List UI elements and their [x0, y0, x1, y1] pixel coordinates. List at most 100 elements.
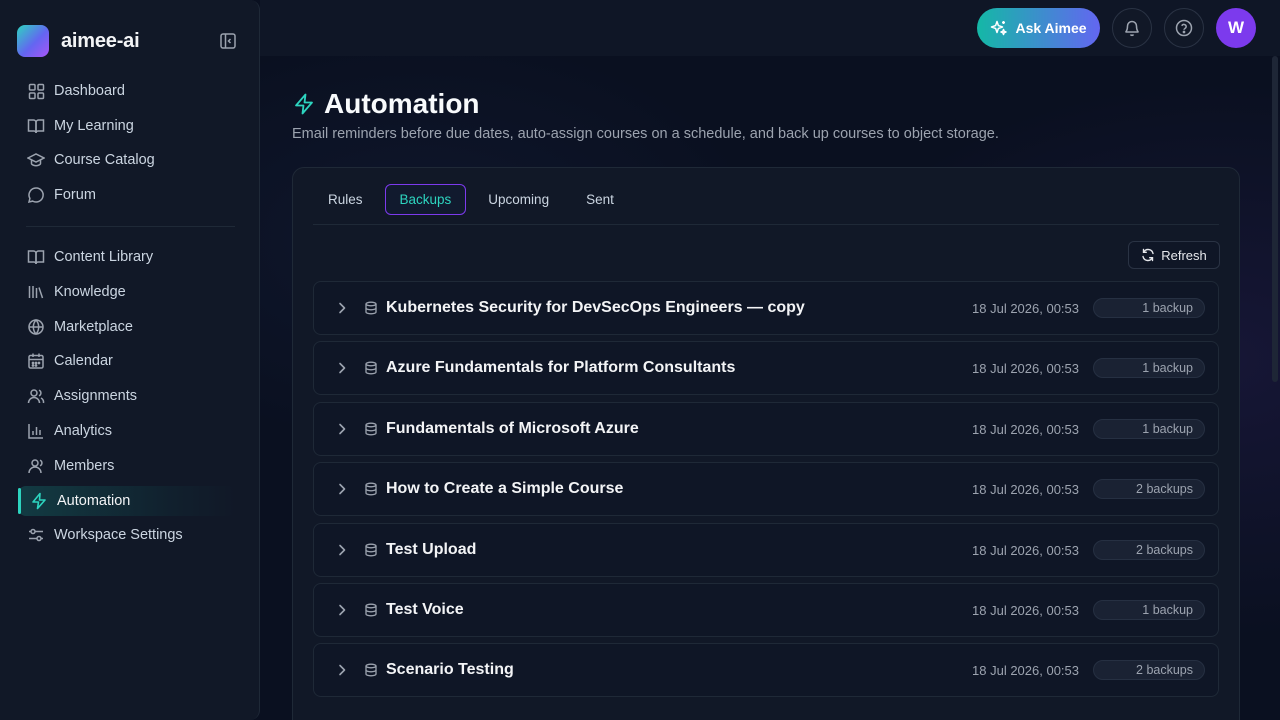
tab-rules[interactable]: Rules [313, 184, 378, 215]
lightning-icon [295, 93, 313, 115]
sidebar-item-label: Dashboard [54, 83, 125, 99]
page-header: Automation [292, 88, 480, 120]
globe-icon [27, 318, 45, 336]
backup-date: 18 Jul 2026, 00:53 [972, 663, 1079, 679]
user-avatar[interactable]: W [1216, 8, 1256, 48]
refresh-label: Refresh [1161, 247, 1207, 263]
brand[interactable]: aimee-ai [17, 25, 140, 57]
backup-row[interactable]: Test Voice 18 Jul 2026, 00:53 1 backup [313, 582, 1219, 637]
chevron-right-icon[interactable] [334, 602, 350, 618]
ask-aimee-label: Ask Aimee [1015, 20, 1087, 36]
backup-row[interactable]: Azure Fundamentals for Platform Consulta… [313, 341, 1219, 396]
sliders-icon [27, 526, 45, 544]
backup-row[interactable]: Test Upload 18 Jul 2026, 00:53 2 backups [313, 522, 1219, 577]
sidebar-item-course-catalog[interactable]: Course Catalog [18, 145, 236, 175]
sidebar-item-forum[interactable]: Forum [18, 180, 236, 210]
calendar-icon [27, 352, 45, 370]
sidebar-item-knowledge[interactable]: Knowledge [18, 277, 236, 307]
bell-icon [1125, 20, 1139, 37]
database-icon [364, 301, 378, 315]
backup-date: 18 Jul 2026, 00:53 [972, 361, 1079, 377]
sidebar-item-label: Workspace Settings [54, 527, 183, 544]
backup-count-badge: 1 backup [1093, 298, 1205, 318]
sidebar-item-label: Calendar [54, 353, 113, 370]
chevron-right-icon[interactable] [334, 542, 350, 558]
backup-date: 18 Jul 2026, 00:53 [972, 421, 1079, 437]
sidebar-item-marketplace[interactable]: Marketplace [18, 312, 236, 342]
backup-date: 18 Jul 2026, 00:53 [972, 542, 1079, 558]
backups-list: Kubernetes Security for DevSecOps Engine… [313, 281, 1219, 704]
tab-sent[interactable]: Sent [571, 184, 629, 215]
sidebar-item-label: My Learning [54, 117, 134, 134]
tab-backups[interactable]: Backups [384, 184, 467, 215]
sidebar-item-workspace-settings[interactable]: Workspace Settings [18, 520, 236, 550]
backup-count-badge: 1 backup [1093, 418, 1205, 439]
users-icon [27, 387, 45, 405]
course-name: Kubernetes Security for DevSecOps Engine… [386, 299, 805, 316]
sidebar-item-label: Automation [57, 492, 131, 509]
course-name: Test Upload [386, 540, 477, 558]
help-button[interactable] [1164, 8, 1204, 48]
library-icon [27, 283, 45, 301]
sidebar-item-label: Forum [54, 187, 96, 204]
sidebar-item-label: Members [54, 457, 115, 474]
brand-logo [17, 25, 49, 57]
backup-row[interactable]: Kubernetes Security for DevSecOps Engine… [313, 281, 1219, 335]
chevron-right-icon[interactable] [334, 481, 350, 497]
ask-aimee-button[interactable]: Ask Aimee [977, 8, 1100, 48]
backup-count-badge: 2 backups [1093, 479, 1205, 500]
sidebar-item-my-learning[interactable]: My Learning [18, 111, 236, 141]
course-name: How to Create a Simple Course [386, 480, 624, 498]
page-scrollbar[interactable] [1272, 56, 1278, 382]
sidebar-item-assignments[interactable]: Assignments [18, 381, 236, 411]
backup-row[interactable]: Fundamentals of Microsoft Azure 18 Jul 2… [313, 401, 1219, 456]
sidebar-item-label: Assignments [54, 388, 138, 405]
lightning-icon [30, 492, 48, 510]
database-icon [364, 603, 378, 617]
backup-row[interactable]: Scenario Testing 18 Jul 2026, 00:53 2 ba… [313, 643, 1219, 698]
sidebar-item-analytics[interactable]: Analytics [18, 416, 236, 446]
backup-count-badge: 2 backups [1093, 660, 1205, 681]
sidebar-item-members[interactable]: Members [18, 451, 236, 481]
chevron-right-icon[interactable] [334, 662, 350, 678]
backup-row[interactable]: How to Create a Simple Course 18 Jul 202… [313, 462, 1219, 517]
backup-date: 18 Jul 2026, 00:53 [972, 602, 1079, 618]
backup-count-badge: 1 backup [1093, 599, 1205, 620]
secondary-nav: Content Library Knowledge Marketplace Ca… [18, 242, 236, 550]
course-name: Scenario Testing [386, 661, 514, 679]
user-icon [27, 457, 45, 475]
database-icon [364, 482, 378, 496]
sidebar-item-label: Marketplace [54, 318, 133, 335]
notifications-button[interactable] [1112, 8, 1152, 48]
sidebar-item-automation[interactable]: Automation [18, 485, 236, 516]
refresh-icon [1142, 248, 1154, 262]
chevron-right-icon[interactable] [334, 360, 350, 376]
sidebar-item-calendar[interactable]: Calendar [18, 346, 236, 376]
refresh-button[interactable]: Refresh [1128, 241, 1220, 269]
backup-count-badge: 2 backups [1093, 539, 1205, 560]
database-icon [364, 361, 378, 375]
page-description: Email reminders before due dates, auto-a… [292, 126, 999, 142]
collapse-sidebar-icon[interactable] [219, 32, 237, 50]
tab-upcoming[interactable]: Upcoming [473, 184, 564, 215]
course-name: Azure Fundamentals for Platform Consulta… [386, 359, 736, 377]
primary-nav: Dashboard My Learning Course Catalog For… [18, 76, 236, 210]
backup-count-badge: 1 backup [1093, 358, 1205, 379]
sidebar-item-content-library[interactable]: Content Library [18, 242, 236, 272]
sidebar: aimee-ai Dashboard My Learning Course Ca… [0, 0, 260, 720]
sidebar-item-dashboard[interactable]: Dashboard [18, 76, 236, 106]
sidebar-item-label: Course Catalog [54, 152, 155, 169]
chevron-right-icon[interactable] [334, 421, 350, 437]
course-name: Fundamentals of Microsoft Azure [386, 419, 639, 437]
graduation-cap-icon [27, 151, 45, 169]
chevron-right-icon[interactable] [334, 300, 350, 316]
tabs-divider [313, 224, 1219, 225]
chat-bubble-icon [27, 186, 45, 204]
sparkles-icon [991, 20, 1008, 36]
sidebar-item-label: Content Library [54, 249, 154, 265]
sidebar-item-label: Knowledge [54, 283, 126, 300]
database-icon [364, 543, 378, 557]
database-icon [364, 663, 378, 677]
help-circle-icon [1175, 19, 1193, 37]
bar-chart-icon [27, 422, 45, 440]
